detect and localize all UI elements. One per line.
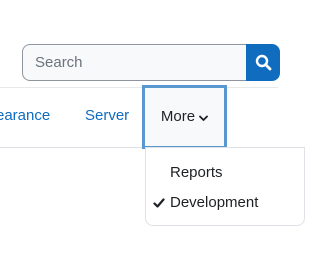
magnifier-icon xyxy=(255,54,272,71)
menu-item-label: Reports xyxy=(170,163,223,181)
nav-item-appearance[interactable]: earance xyxy=(0,107,50,125)
nav-item-more-label: More xyxy=(160,108,196,125)
search-group xyxy=(22,44,280,81)
chevron-down-icon xyxy=(199,115,208,122)
nav-item-server[interactable]: Server xyxy=(85,107,129,125)
more-dropdown-menu: Reports Development xyxy=(145,147,305,226)
search-input[interactable] xyxy=(22,44,246,81)
menu-item-label: Development xyxy=(170,193,259,211)
menu-item-reports[interactable]: Reports xyxy=(146,158,304,186)
search-button[interactable] xyxy=(246,44,280,81)
nav-divider xyxy=(0,87,278,88)
checkmark-icon xyxy=(153,196,165,208)
menu-item-development[interactable]: Development xyxy=(146,188,304,216)
nav-item-more[interactable]: More xyxy=(142,85,227,149)
nav-bottom-border xyxy=(0,147,145,148)
